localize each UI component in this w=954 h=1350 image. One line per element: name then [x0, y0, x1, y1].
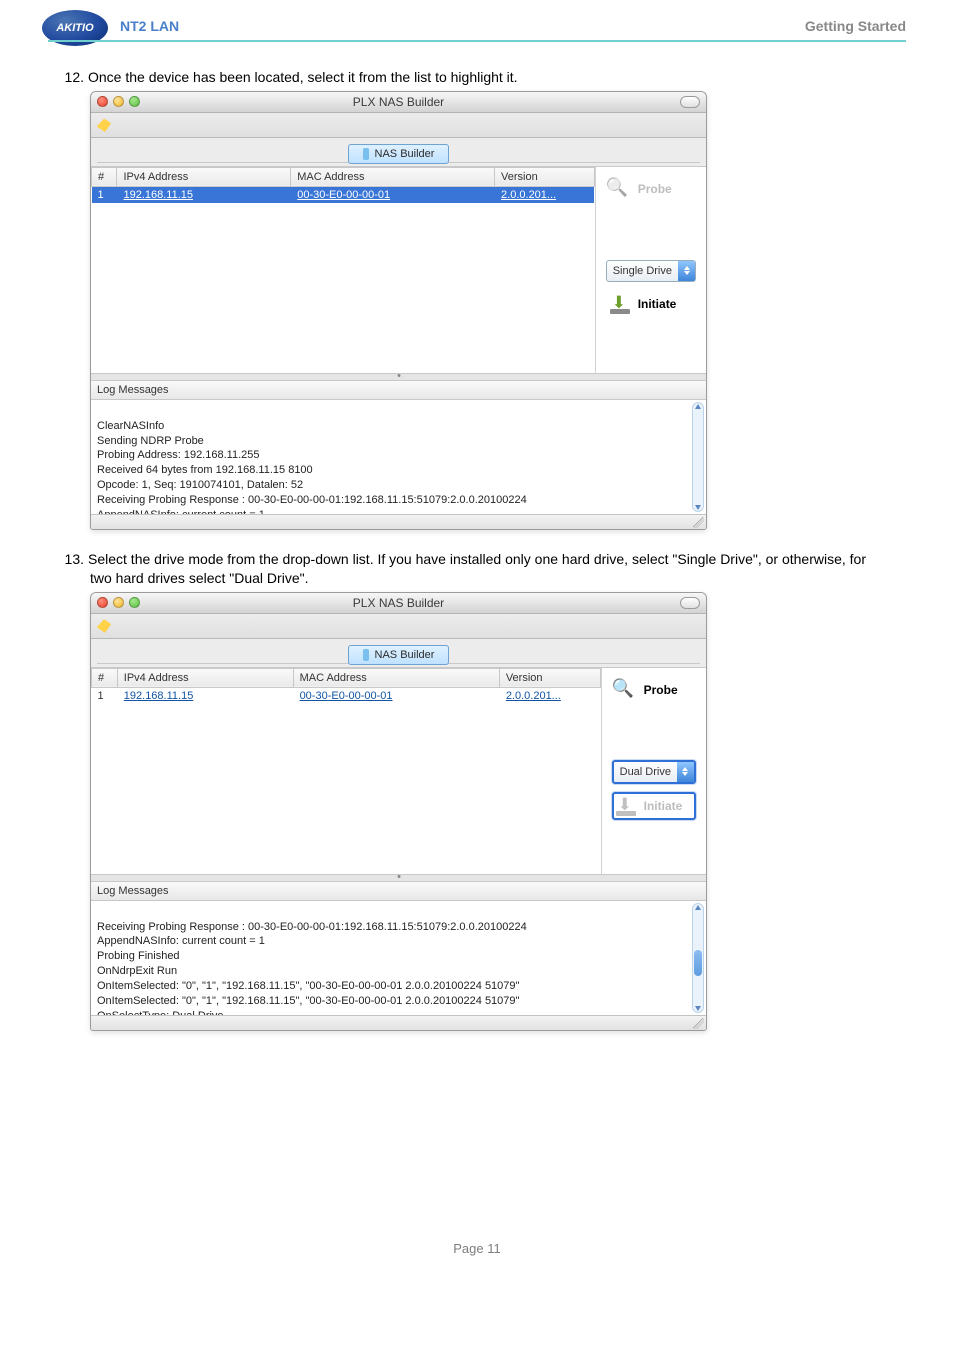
- cell-mac: 00-30-E0-00-00-01: [291, 186, 495, 203]
- search-icon: [606, 179, 632, 199]
- status-bar: [91, 514, 706, 529]
- window-title: PLX NAS Builder: [91, 95, 706, 109]
- step-13-body: Select the drive mode from the drop-down…: [88, 551, 866, 586]
- section-title: Getting Started: [805, 18, 906, 40]
- status-bar: [91, 1015, 706, 1030]
- cell-num: 1: [92, 687, 118, 704]
- device-table: # IPv4 Address MAC Address Version 1 192…: [91, 167, 596, 373]
- col-header-ip[interactable]: IPv4 Address: [117, 668, 293, 687]
- scrollbar[interactable]: [692, 903, 704, 1013]
- resize-grip-icon[interactable]: [693, 1018, 704, 1029]
- resize-grip-icon[interactable]: [693, 517, 704, 528]
- scroll-up-icon[interactable]: [695, 905, 701, 910]
- tab-nas-builder[interactable]: NAS Builder: [348, 645, 450, 665]
- log-text: ClearNASInfo Sending NDRP Probe Probing …: [97, 420, 527, 514]
- log-header[interactable]: Log Messages: [91, 882, 706, 901]
- step-12-body: Once the device has been located, select…: [88, 69, 518, 85]
- log-header[interactable]: Log Messages: [91, 381, 706, 400]
- tab-strip: NAS Builder: [91, 639, 706, 668]
- tab-nas-builder[interactable]: NAS Builder: [348, 144, 450, 164]
- product-name: NT2 LAN: [120, 18, 179, 40]
- cell-num: 1: [92, 186, 117, 203]
- probe-button: Probe: [606, 179, 696, 199]
- col-header-num[interactable]: #: [92, 668, 118, 687]
- log-text: Receiving Probing Response : 00-30-E0-00…: [97, 921, 527, 1015]
- download-icon: [610, 294, 632, 314]
- cell-mac: 00-30-E0-00-00-01: [293, 687, 499, 704]
- tab-icon: [363, 148, 369, 160]
- col-header-mac[interactable]: MAC Address: [293, 668, 499, 687]
- toolbar-toggle-icon[interactable]: [680, 96, 700, 108]
- cell-ip: 192.168.11.15: [117, 687, 293, 704]
- initiate-label: Initiate: [644, 799, 683, 813]
- col-header-ip[interactable]: IPv4 Address: [117, 167, 291, 186]
- tab-strip: NAS Builder: [91, 138, 706, 167]
- app-icon: [95, 117, 113, 133]
- tab-label: NAS Builder: [375, 148, 435, 160]
- col-header-num[interactable]: #: [92, 167, 117, 186]
- header-divider: [48, 40, 906, 42]
- log-body[interactable]: ClearNASInfo Sending NDRP Probe Probing …: [91, 400, 706, 514]
- chevron-updown-icon[interactable]: [677, 762, 694, 782]
- initiate-label: Initiate: [638, 297, 677, 311]
- step-13-text: 13.Select the drive mode from the drop-d…: [90, 550, 886, 588]
- col-header-ver[interactable]: Version: [495, 167, 595, 186]
- drive-mode-select[interactable]: Single Drive: [606, 260, 696, 282]
- col-header-mac[interactable]: MAC Address: [291, 167, 495, 186]
- initiate-button: Initiate: [612, 792, 696, 820]
- scroll-down-icon[interactable]: [695, 1006, 701, 1011]
- cell-ip: 192.168.11.15: [117, 186, 291, 203]
- initiate-button[interactable]: Initiate: [606, 290, 696, 318]
- toolbar-toggle-icon[interactable]: [680, 597, 700, 609]
- plx-window-2: PLX NAS Builder NAS Builder: [90, 592, 707, 1031]
- tab-icon: [363, 649, 369, 661]
- search-icon: [612, 680, 638, 700]
- download-icon: [616, 796, 638, 816]
- probe-label: Probe: [644, 683, 678, 697]
- step-12-number: 12.: [58, 68, 84, 87]
- drive-mode-value: Dual Drive: [614, 766, 677, 778]
- window-toolbar: [91, 614, 706, 639]
- table-row[interactable]: 1 192.168.11.15 00-30-E0-00-00-01 2.0.0.…: [92, 687, 601, 704]
- page-footer: Page 11: [0, 1051, 954, 1286]
- drive-mode-select[interactable]: Dual Drive: [612, 760, 696, 784]
- table-row[interactable]: 1 192.168.11.15 00-30-E0-00-00-01 2.0.0.…: [92, 186, 595, 203]
- step-12-text: 12.Once the device has been located, sel…: [90, 68, 886, 87]
- window-toolbar: [91, 113, 706, 138]
- window-titlebar[interactable]: PLX NAS Builder: [91, 92, 706, 113]
- scrollbar[interactable]: [692, 402, 704, 512]
- chevron-updown-icon[interactable]: [678, 261, 695, 281]
- scroll-down-icon[interactable]: [695, 505, 701, 510]
- drive-mode-value: Single Drive: [607, 265, 678, 277]
- app-icon: [95, 618, 113, 634]
- tab-label: NAS Builder: [375, 649, 435, 661]
- plx-window-1: PLX NAS Builder NAS Builder: [90, 91, 707, 530]
- cell-ver: 2.0.0.201...: [495, 186, 595, 203]
- probe-button[interactable]: Probe: [612, 680, 696, 700]
- window-titlebar[interactable]: PLX NAS Builder: [91, 593, 706, 614]
- window-title: PLX NAS Builder: [91, 596, 706, 610]
- cell-ver: 2.0.0.201...: [499, 687, 600, 704]
- splitter-handle[interactable]: [91, 874, 706, 882]
- col-header-ver[interactable]: Version: [499, 668, 600, 687]
- device-table: # IPv4 Address MAC Address Version 1 192…: [91, 668, 602, 874]
- splitter-handle[interactable]: [91, 373, 706, 381]
- log-body[interactable]: Receiving Probing Response : 00-30-E0-00…: [91, 901, 706, 1015]
- probe-label: Probe: [638, 182, 672, 196]
- scroll-up-icon[interactable]: [695, 404, 701, 409]
- step-13-number: 13.: [58, 550, 84, 569]
